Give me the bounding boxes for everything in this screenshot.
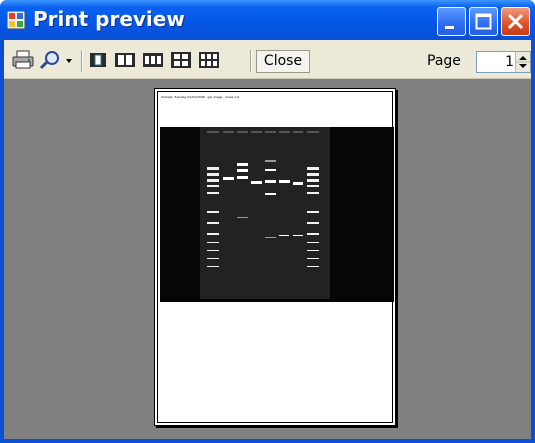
maximize-button[interactable]	[469, 7, 498, 36]
window-title: Print preview	[33, 7, 185, 31]
toolbar-separator	[250, 50, 252, 72]
chevron-down-icon[interactable]	[64, 50, 74, 70]
spin-up-down-icon[interactable]	[516, 52, 530, 72]
page-number-value[interactable]: 1	[505, 54, 514, 70]
gel-image	[160, 127, 394, 302]
preview-area[interactable]: Sample: Tuesday 01/01/2008 · gel image ·…	[4, 79, 531, 439]
toolbar-separator	[81, 50, 83, 72]
gel-bands	[207, 131, 319, 267]
close-button[interactable]: Close	[256, 50, 310, 73]
stepper-arrows[interactable]	[515, 52, 530, 72]
close-icon	[507, 13, 524, 30]
printer-icon[interactable]	[12, 50, 34, 70]
toolbar: Close Page 1	[4, 40, 531, 79]
three-pages-icon[interactable]	[142, 50, 164, 70]
six-pages-icon[interactable]	[198, 50, 220, 70]
title-bar[interactable]: Print preview	[0, 0, 535, 40]
app-icon	[7, 11, 25, 29]
maximize-icon	[475, 13, 492, 30]
page-content: Sample: Tuesday 01/01/2008 · gel image ·…	[157, 91, 394, 423]
page-label: Page	[427, 53, 461, 69]
preview-page: Sample: Tuesday 01/01/2008 · gel image ·…	[154, 88, 396, 426]
one-page-icon[interactable]	[88, 50, 108, 70]
two-pages-icon[interactable]	[114, 50, 136, 70]
client-area: Close Page 1 Sample: Tuesday 01/01/2008 …	[4, 40, 531, 439]
minimize-icon	[445, 26, 454, 29]
gel-panel	[200, 127, 330, 299]
print-preview-window: Print preview Close Page 1 Sample: Tuesd…	[0, 0, 535, 443]
four-pages-icon[interactable]	[170, 50, 192, 70]
close-window-button[interactable]	[501, 7, 530, 36]
magnifier-icon[interactable]	[39, 50, 61, 70]
page-header-text: Sample: Tuesday 01/01/2008 · gel image ·…	[161, 95, 240, 99]
minimize-button[interactable]	[437, 7, 466, 36]
page-number-stepper[interactable]: 1	[476, 51, 531, 73]
